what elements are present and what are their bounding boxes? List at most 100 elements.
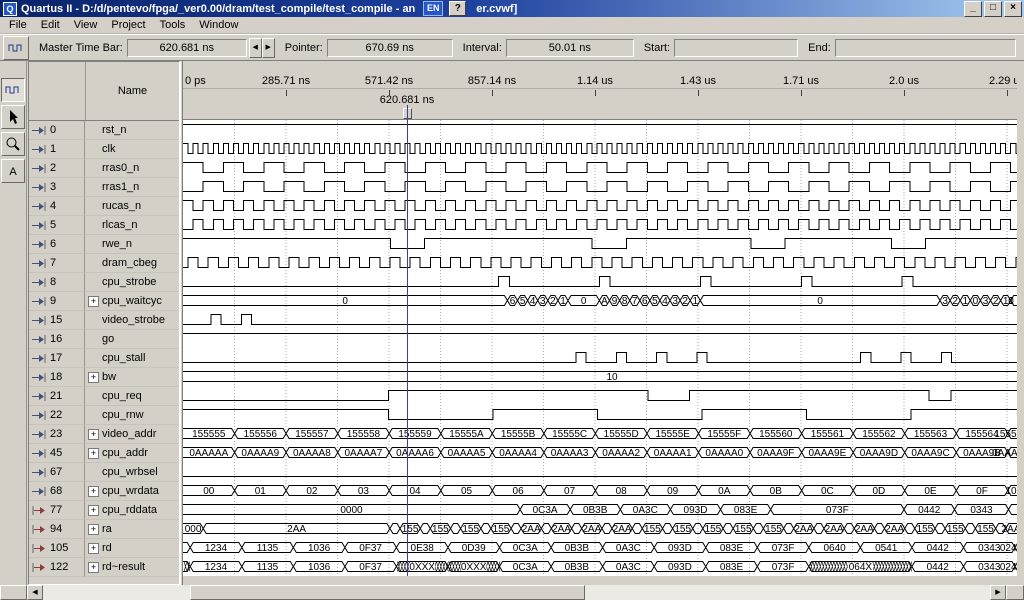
- spin-left-button[interactable]: ◀: [249, 38, 262, 58]
- expand-toggle[interactable]: +: [88, 505, 99, 516]
- signal-index-cell[interactable]: 18: [29, 368, 85, 387]
- expand-toggle[interactable]: +: [88, 372, 99, 383]
- signal-row-video_addr[interactable]: 23+video_addr: [29, 425, 179, 444]
- expand-toggle[interactable]: +: [88, 524, 99, 535]
- signal-row-bw[interactable]: 18+bw: [29, 368, 179, 387]
- signal-row-cpu_stall[interactable]: 17cpu_stall: [29, 349, 179, 368]
- scroll-right-button[interactable]: ▶: [990, 585, 1006, 600]
- menu-item-tools[interactable]: Tools: [153, 18, 193, 32]
- maximize-button[interactable]: □: [984, 1, 1002, 17]
- signal-row-rd[interactable]: 105+rd: [29, 539, 179, 558]
- expand-toggle[interactable]: +: [88, 562, 99, 573]
- signal-name-cell[interactable]: +video_addr: [85, 425, 179, 444]
- signal-row-cpu_waitcyc[interactable]: 9+cpu_waitcyc: [29, 292, 179, 311]
- signal-row-rucas_n[interactable]: 4rucas_n: [29, 197, 179, 216]
- menu-item-window[interactable]: Window: [192, 18, 245, 32]
- signal-row-video_strobe[interactable]: 15video_strobe: [29, 311, 179, 330]
- signal-index-cell[interactable]: 94: [29, 520, 85, 539]
- signal-row-rras0_n[interactable]: 2rras0_n: [29, 159, 179, 178]
- expand-toggle[interactable]: +: [88, 486, 99, 497]
- signal-name-cell[interactable]: cpu_wrbsel: [85, 463, 179, 482]
- signal-name-cell[interactable]: +cpu_waitcyc: [85, 292, 179, 311]
- signal-name-cell[interactable]: go: [85, 330, 179, 349]
- signal-name-cell[interactable]: rwe_n: [85, 235, 179, 254]
- expand-toggle[interactable]: +: [88, 296, 99, 307]
- signal-name-cell[interactable]: +rd: [85, 539, 179, 558]
- signal-index-cell[interactable]: 23: [29, 425, 85, 444]
- signal-name-cell[interactable]: video_strobe: [85, 311, 179, 330]
- minimize-button[interactable]: _: [964, 1, 982, 17]
- signal-name-cell[interactable]: dram_cbeg: [85, 254, 179, 273]
- master-time-marker-line[interactable]: [407, 105, 408, 576]
- signal-name-cell[interactable]: rras0_n: [85, 159, 179, 178]
- language-badge[interactable]: EN: [423, 1, 443, 16]
- signal-index-cell[interactable]: 105: [29, 539, 85, 558]
- menu-item-file[interactable]: File: [2, 18, 34, 32]
- menu-item-project[interactable]: Project: [104, 18, 152, 32]
- scroll-track[interactable]: [43, 585, 990, 600]
- signal-row-cpu_rddata[interactable]: 77+cpu_rddata: [29, 501, 179, 520]
- signal-row-ra[interactable]: 94+ra: [29, 520, 179, 539]
- signal-index-cell[interactable]: 1: [29, 140, 85, 159]
- help-button[interactable]: ?: [449, 1, 466, 16]
- signal-index-cell[interactable]: 122: [29, 558, 85, 577]
- scroll-left-button[interactable]: ◀: [27, 585, 43, 600]
- signal-name-cell[interactable]: +cpu_rddata: [85, 501, 179, 520]
- signal-name-cell[interactable]: rlcas_n: [85, 216, 179, 235]
- expand-toggle[interactable]: +: [88, 429, 99, 440]
- signal-name-cell[interactable]: cpu_req: [85, 387, 179, 406]
- master-time-field[interactable]: 620.681 ns: [127, 39, 247, 57]
- signal-row-cpu_req[interactable]: 21cpu_req: [29, 387, 179, 406]
- signal-index-cell[interactable]: 22: [29, 406, 85, 425]
- signal-row-go[interactable]: 16go: [29, 330, 179, 349]
- signal-name-cell[interactable]: +rd~result: [85, 558, 179, 577]
- text-tool-button[interactable]: A: [1, 159, 25, 183]
- waveform-canvas[interactable]: 06543210A9876543210321032101101555551555…: [183, 120, 1017, 576]
- signal-index-cell[interactable]: 4: [29, 197, 85, 216]
- signal-name-cell[interactable]: rucas_n: [85, 197, 179, 216]
- signal-row-rd~result[interactable]: 122+rd~result: [29, 558, 179, 577]
- menu-item-edit[interactable]: Edit: [34, 18, 67, 32]
- signal-name-cell[interactable]: rst_n: [85, 121, 179, 140]
- signal-index-cell[interactable]: 15: [29, 311, 85, 330]
- spin-right-button[interactable]: ▶: [262, 38, 275, 58]
- waveform-tool-button[interactable]: [1, 78, 25, 102]
- signal-name-cell[interactable]: +ra: [85, 520, 179, 539]
- close-button[interactable]: ×: [1004, 1, 1022, 17]
- signal-name-cell[interactable]: cpu_strobe: [85, 273, 179, 292]
- signal-index-cell[interactable]: 45: [29, 444, 85, 463]
- signal-index-cell[interactable]: 17: [29, 349, 85, 368]
- signal-row-clk[interactable]: 1clk: [29, 140, 179, 159]
- signal-index-cell[interactable]: 21: [29, 387, 85, 406]
- signal-row-rlcas_n[interactable]: 5rlcas_n: [29, 216, 179, 235]
- signal-index-cell[interactable]: 68: [29, 482, 85, 501]
- signal-index-cell[interactable]: 3: [29, 178, 85, 197]
- signal-name-cell[interactable]: +cpu_wrdata: [85, 482, 179, 501]
- signal-index-cell[interactable]: 16: [29, 330, 85, 349]
- expand-toggle[interactable]: +: [88, 543, 99, 554]
- signal-index-cell[interactable]: 77: [29, 501, 85, 520]
- signal-index-cell[interactable]: 2: [29, 159, 85, 178]
- signal-name-cell[interactable]: clk: [85, 140, 179, 159]
- menu-item-view[interactable]: View: [67, 18, 105, 32]
- signal-row-cpu_wrbsel[interactable]: 67cpu_wrbsel: [29, 463, 179, 482]
- signal-name-cell[interactable]: +bw: [85, 368, 179, 387]
- signal-index-cell[interactable]: 6: [29, 235, 85, 254]
- expand-toggle[interactable]: +: [88, 448, 99, 459]
- signal-index-cell[interactable]: 8: [29, 273, 85, 292]
- signal-name-cell[interactable]: +cpu_addr: [85, 444, 179, 463]
- time-ruler[interactable]: 620.681 ns 0 ps285.71 ns571.42 ns857.14 …: [183, 61, 1017, 120]
- name-column-header[interactable]: Name: [86, 62, 179, 120]
- signal-row-cpu_addr[interactable]: 45+cpu_addr: [29, 444, 179, 463]
- signal-row-rras1_n[interactable]: 3rras1_n: [29, 178, 179, 197]
- signal-name-cell[interactable]: cpu_rnw: [85, 406, 179, 425]
- title-bar[interactable]: Q Quartus II - D:/d/pentevo/fpga/_ver0.0…: [0, 0, 1024, 17]
- signal-row-dram_cbeg[interactable]: 7dram_cbeg: [29, 254, 179, 273]
- signal-row-cpu_wrdata[interactable]: 68+cpu_wrdata: [29, 482, 179, 501]
- signal-index-cell[interactable]: 9: [29, 292, 85, 311]
- zoom-tool-button[interactable]: [1, 132, 25, 156]
- waveform-editor-button[interactable]: [3, 36, 29, 60]
- signal-index-cell[interactable]: 67: [29, 463, 85, 482]
- scroll-thumb[interactable]: [190, 585, 585, 600]
- signal-index-cell[interactable]: 5: [29, 216, 85, 235]
